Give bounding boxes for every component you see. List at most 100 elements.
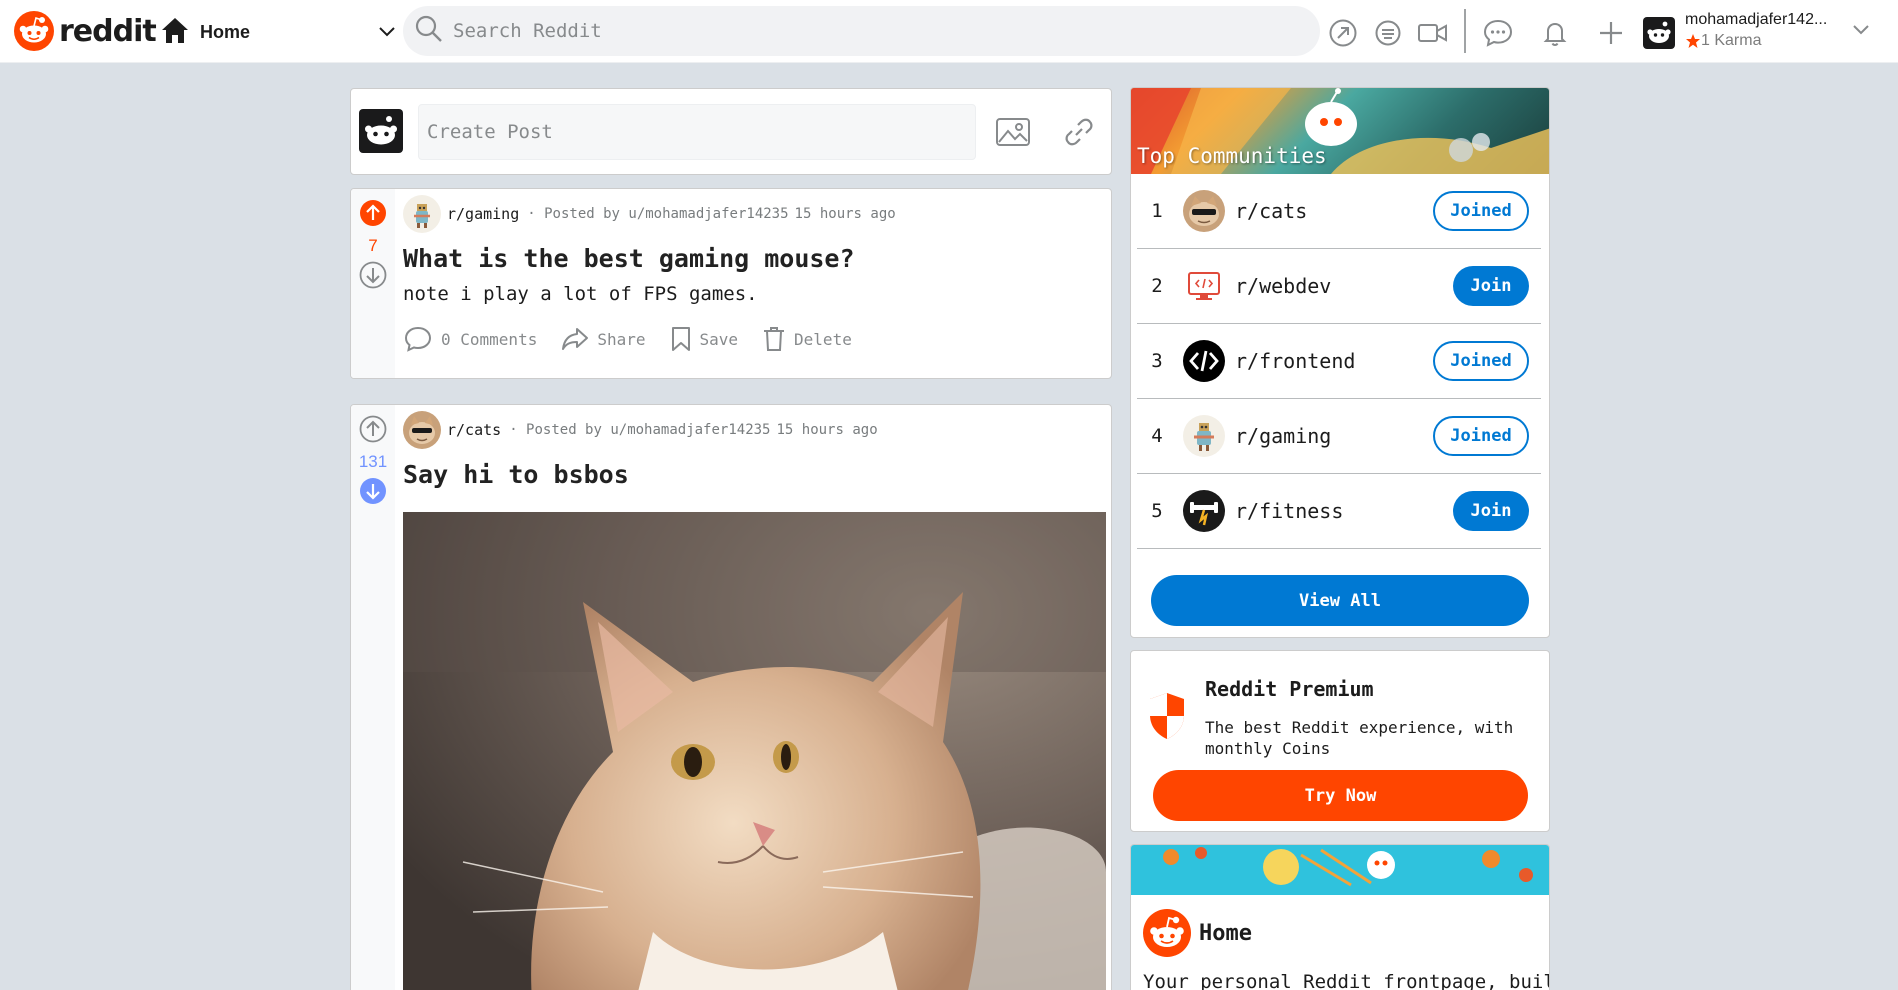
joined-button[interactable]: Joined — [1433, 191, 1529, 231]
community-name[interactable]: r/frontend — [1235, 349, 1433, 373]
downvote-icon[interactable] — [359, 477, 387, 509]
communities-banner: Top Communities — [1131, 88, 1549, 174]
username: mohamadjafer142... — [1685, 11, 1828, 28]
post-title[interactable]: Say hi to bsbos — [403, 459, 1105, 491]
chevron-down-icon — [378, 24, 396, 44]
plus-icon[interactable] — [1596, 18, 1626, 52]
post-meta: r/gaming · Posted by u/mohamadjafer14235… — [403, 195, 1105, 233]
comment-icon — [404, 326, 432, 352]
post-text: note i play a lot of FPS games. — [403, 283, 758, 305]
karma-count: 1 Karma — [1685, 32, 1761, 50]
delete-label: Delete — [794, 329, 852, 349]
joined-button[interactable]: Joined — [1433, 416, 1529, 456]
community-name[interactable]: r/gaming — [1235, 424, 1433, 448]
subreddit-name[interactable]: r/gaming — [447, 205, 519, 223]
post-image[interactable] — [403, 512, 1106, 990]
comments-label: 0 Comments — [441, 329, 538, 349]
vote-count: 7 — [368, 236, 378, 255]
save-label: Save — [699, 329, 739, 349]
community-row[interactable]: 4 r/gaming Joined — [1137, 399, 1541, 474]
create-post-input[interactable] — [418, 104, 976, 160]
share-icon — [562, 328, 589, 350]
share-button[interactable]: Share — [561, 319, 646, 359]
karma-text: 1 Karma — [1701, 32, 1762, 49]
community-avatar — [1183, 490, 1225, 532]
community-rank: 1 — [1151, 200, 1163, 222]
post-card[interactable]: 7 r/gaming · Posted by u/mohamadjafer142… — [350, 188, 1112, 379]
create-post-card — [350, 88, 1112, 175]
share-label: Share — [597, 329, 646, 349]
post-title[interactable]: What is the best gaming mouse? — [403, 243, 1105, 275]
post-time: 15 hours ago — [776, 422, 878, 438]
trash-icon — [764, 327, 785, 351]
avatar — [1643, 17, 1675, 49]
join-button[interactable]: Join — [1453, 491, 1529, 531]
home-label: Home — [200, 21, 251, 42]
community-row[interactable]: 5 r/fitness Join — [1137, 474, 1541, 549]
popular-icon[interactable] — [1328, 18, 1358, 52]
posted-by[interactable]: · Posted by u/mohamadjafer14235 — [509, 422, 770, 438]
image-upload-icon[interactable] — [995, 116, 1031, 152]
save-button[interactable]: Save — [670, 319, 739, 359]
community-avatar — [1183, 340, 1225, 382]
join-button[interactable]: Join — [1453, 266, 1529, 306]
community-row[interactable]: 1 r/cats Joined — [1137, 174, 1541, 249]
search-bar[interactable] — [403, 6, 1320, 56]
user-menu[interactable]: mohamadjafer142... 1 Karma — [1640, 10, 1870, 54]
post-content: r/cats · Posted by u/mohamadjafer14235 1… — [403, 405, 1105, 491]
home-dropdown[interactable]: Home — [160, 16, 396, 48]
community-avatar — [1183, 265, 1225, 307]
upvote-icon[interactable] — [359, 199, 387, 231]
home-banner — [1131, 845, 1549, 895]
video-icon[interactable] — [1416, 18, 1450, 52]
view-all-button[interactable]: View All — [1151, 575, 1529, 626]
home-info-card: Home Your personal Reddit frontpage, bui… — [1130, 844, 1550, 990]
post-meta: r/cats · Posted by u/mohamadjafer14235 1… — [403, 411, 1105, 449]
home-icon — [160, 16, 190, 48]
top-navbar: reddit Home mohamadjafer142. — [0, 0, 1898, 63]
post-actions: 0 Comments Share Save Delete — [403, 319, 1105, 359]
subreddit-avatar[interactable] — [403, 411, 441, 449]
home-card-description: Your personal Reddit frontpage, built — [1143, 971, 1550, 990]
bell-icon[interactable] — [1540, 18, 1570, 52]
subreddit-avatar[interactable] — [403, 195, 441, 233]
snoo-icon — [14, 11, 54, 51]
premium-title: Reddit Premium — [1205, 677, 1374, 701]
chat-icon[interactable] — [1482, 18, 1514, 52]
post-card[interactable]: 131 r/cats · Posted by u/mohamadjafer142… — [350, 404, 1112, 990]
community-rank: 4 — [1151, 425, 1163, 447]
community-row[interactable]: 3 r/frontend Joined — [1137, 324, 1541, 399]
community-row[interactable]: 2 r/webdev Join — [1137, 249, 1541, 324]
home-card-title: Home — [1199, 921, 1252, 946]
premium-card: Reddit Premium The best Reddit experienc… — [1130, 650, 1550, 832]
comments-button[interactable]: 0 Comments — [403, 319, 537, 359]
posted-by[interactable]: · Posted by u/mohamadjafer14235 — [527, 206, 788, 222]
post-time: 15 hours ago — [794, 206, 896, 222]
chevron-down-icon — [1852, 22, 1870, 42]
vote-bar: 7 — [351, 189, 395, 378]
vote-bar: 131 — [351, 405, 395, 990]
link-icon[interactable] — [1063, 116, 1095, 152]
community-rank: 5 — [1151, 500, 1163, 522]
search-icon — [415, 15, 443, 47]
avatar[interactable] — [359, 109, 403, 153]
community-name[interactable]: r/webdev — [1235, 274, 1453, 298]
coins-icon[interactable] — [1373, 18, 1403, 52]
top-communities-card: Top Communities 1 r/cats Joined 2 r/webd… — [1130, 87, 1550, 638]
downvote-icon[interactable] — [359, 261, 387, 293]
search-input[interactable] — [453, 20, 1253, 42]
joined-button[interactable]: Joined — [1433, 341, 1529, 381]
communities-title: Top Communities — [1137, 144, 1327, 168]
community-name[interactable]: r/cats — [1235, 199, 1433, 223]
header-divider — [1464, 9, 1466, 53]
delete-button[interactable]: Delete — [762, 319, 852, 359]
logo-wordmark: reddit — [59, 13, 157, 49]
premium-description: The best Reddit experience, with monthly… — [1205, 718, 1514, 758]
reddit-logo[interactable]: reddit — [14, 11, 157, 51]
shield-icon — [1147, 691, 1187, 745]
subreddit-name[interactable]: r/cats — [447, 421, 501, 439]
community-name[interactable]: r/fitness — [1235, 499, 1453, 523]
try-now-button[interactable]: Try Now — [1153, 770, 1528, 821]
upvote-icon[interactable] — [359, 415, 387, 447]
post-content: r/gaming · Posted by u/mohamadjafer14235… — [403, 189, 1105, 359]
